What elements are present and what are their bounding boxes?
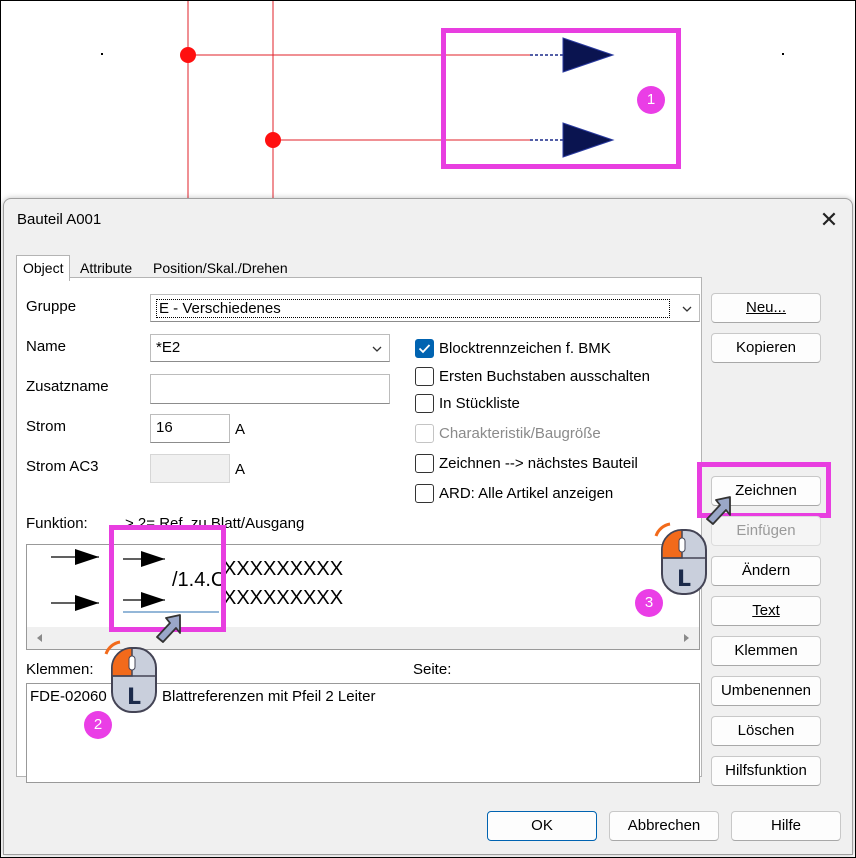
chevron-down-icon bbox=[372, 346, 382, 352]
junction-dot bbox=[265, 132, 281, 148]
strom-input[interactable]: 16 bbox=[150, 414, 230, 443]
klemmen-item-desc[interactable]: Blattreferenzen mit Pfeil 2 Leiter bbox=[162, 688, 375, 705]
annotation-badge-1: 1 bbox=[637, 86, 665, 114]
ersten-buchstaben-label: Ersten Buchstaben ausschalten bbox=[439, 368, 650, 385]
cad-canvas[interactable]: 1 bbox=[0, 0, 856, 200]
checkmark-icon bbox=[418, 344, 431, 354]
tab-object[interactable]: Object bbox=[16, 255, 71, 281]
ok-button[interactable]: OK bbox=[487, 811, 597, 841]
zeichnen-naechstes-checkbox[interactable] bbox=[415, 454, 434, 473]
stromac3-unit: A bbox=[235, 461, 246, 478]
funktion-row1-text: XXXXXXXXX bbox=[223, 558, 344, 581]
left-click-mouse-icon: L bbox=[654, 522, 707, 595]
funktion-preview[interactable]: /1.4.C XXXXXXXXX XXXXXXXXX bbox=[26, 544, 700, 650]
chevron-down-icon bbox=[682, 306, 692, 312]
schematic-drawing bbox=[101, 0, 784, 200]
ard-label: ARD: Alle Artikel anzeigen bbox=[439, 485, 614, 502]
zusatzname-label: Zusatzname bbox=[26, 378, 109, 395]
annotation-badge-3: 3 bbox=[635, 589, 663, 617]
reference-arrow bbox=[562, 37, 615, 73]
hilfe-button-label: Hilfe bbox=[770, 817, 801, 834]
stueckliste-label: In Stückliste bbox=[439, 395, 520, 412]
ersten-buchstaben-checkbox[interactable] bbox=[415, 367, 434, 386]
cursor-arrow-icon bbox=[706, 496, 731, 525]
abbrechen-button[interactable]: Abbrechen bbox=[609, 811, 719, 841]
klemmen-button[interactable]: Klemmen bbox=[711, 636, 821, 666]
annotation-badge-2: 2 bbox=[84, 711, 112, 739]
aendern-button-label: Ändern bbox=[741, 562, 791, 579]
hilfsfunktion-button[interactable]: Hilfsfunktion bbox=[711, 756, 821, 786]
strom-unit: A bbox=[235, 421, 246, 438]
blocktrennzeichen-checkbox[interactable] bbox=[415, 339, 434, 358]
junction-dot bbox=[180, 47, 196, 63]
neu-button[interactable]: Neu... bbox=[711, 293, 821, 323]
blocktrennzeichen-label: Blocktrennzeichen f. BMK bbox=[439, 340, 611, 357]
tab-attribute[interactable]: Attribute bbox=[80, 260, 132, 276]
tab-position[interactable]: Position/Skal./Drehen bbox=[153, 260, 288, 276]
strom-label: Strom bbox=[26, 418, 67, 435]
charakteristik-checkbox[interactable] bbox=[415, 424, 434, 443]
reference-text: /1.4.C bbox=[172, 569, 226, 591]
stromac3-label: Strom AC3 bbox=[26, 458, 99, 475]
funktion-symbols bbox=[51, 549, 219, 613]
text-button-label: Text bbox=[752, 602, 780, 619]
einfuegen-button-label: Einfügen bbox=[736, 522, 796, 539]
klemmen-item-code[interactable]: FDE-02060 bbox=[30, 688, 107, 705]
zeichnen-naechstes-label: Zeichnen --> nächstes Bauteil bbox=[439, 455, 638, 472]
gruppe-label: Gruppe bbox=[26, 298, 77, 315]
ard-checkbox[interactable] bbox=[415, 484, 434, 503]
charakteristik-label: Charakteristik/Baugröße bbox=[439, 425, 601, 442]
neu-button-label: Neu... bbox=[745, 299, 787, 316]
mouse-letter: L bbox=[127, 685, 141, 710]
text-button[interactable]: Text bbox=[711, 596, 821, 626]
reference-arrow bbox=[562, 122, 615, 158]
close-button[interactable]: ✕ bbox=[814, 205, 844, 235]
name-label: Name bbox=[26, 338, 67, 355]
close-icon: ✕ bbox=[819, 207, 839, 232]
hilfsfunktion-button-label: Hilfsfunktion bbox=[725, 762, 807, 779]
funktion-label: Funktion: bbox=[26, 515, 88, 532]
name-value: *E2 bbox=[156, 339, 181, 356]
abbrechen-button-label: Abbrechen bbox=[627, 817, 701, 834]
gruppe-select[interactable]: E - Verschiedenes bbox=[150, 294, 700, 322]
hilfe-button[interactable]: Hilfe bbox=[731, 811, 841, 841]
loeschen-button[interactable]: Löschen bbox=[711, 716, 821, 746]
umbenennen-button[interactable]: Umbenennen bbox=[711, 676, 821, 706]
scroll-left-icon[interactable] bbox=[35, 633, 45, 643]
cursor-arrow-icon bbox=[156, 614, 181, 643]
dialog-title: Bauteil A001 bbox=[17, 211, 102, 228]
seite-label: Seite: bbox=[413, 661, 452, 678]
umbenennen-button-label: Umbenennen bbox=[720, 682, 812, 699]
zeichnen-button-label: Zeichnen bbox=[735, 482, 797, 499]
gruppe-value: E - Verschiedenes bbox=[156, 299, 670, 318]
ok-button-label: OK bbox=[531, 817, 553, 834]
funktion-row2-text: XXXXXXXXX bbox=[223, 587, 344, 610]
zusatzname-input[interactable] bbox=[150, 374, 390, 404]
loeschen-button-label: Löschen bbox=[737, 722, 795, 739]
kopieren-button-label: Kopieren bbox=[735, 339, 797, 356]
klemmen-button-label: Klemmen bbox=[734, 642, 798, 659]
kopieren-button[interactable]: Kopieren bbox=[711, 333, 821, 363]
aendern-button[interactable]: Ändern bbox=[711, 556, 821, 586]
left-click-mouse-icon: L bbox=[104, 640, 157, 713]
funktion-description: > 2= Ref. zu Blatt/Ausgang bbox=[125, 515, 305, 532]
stromac3-input[interactable] bbox=[150, 454, 230, 483]
klemmen-label: Klemmen: bbox=[26, 661, 94, 678]
stueckliste-checkbox[interactable] bbox=[415, 394, 434, 413]
name-select[interactable]: *E2 bbox=[150, 334, 390, 362]
scroll-right-icon[interactable] bbox=[681, 633, 691, 643]
mouse-letter: L bbox=[677, 567, 691, 592]
